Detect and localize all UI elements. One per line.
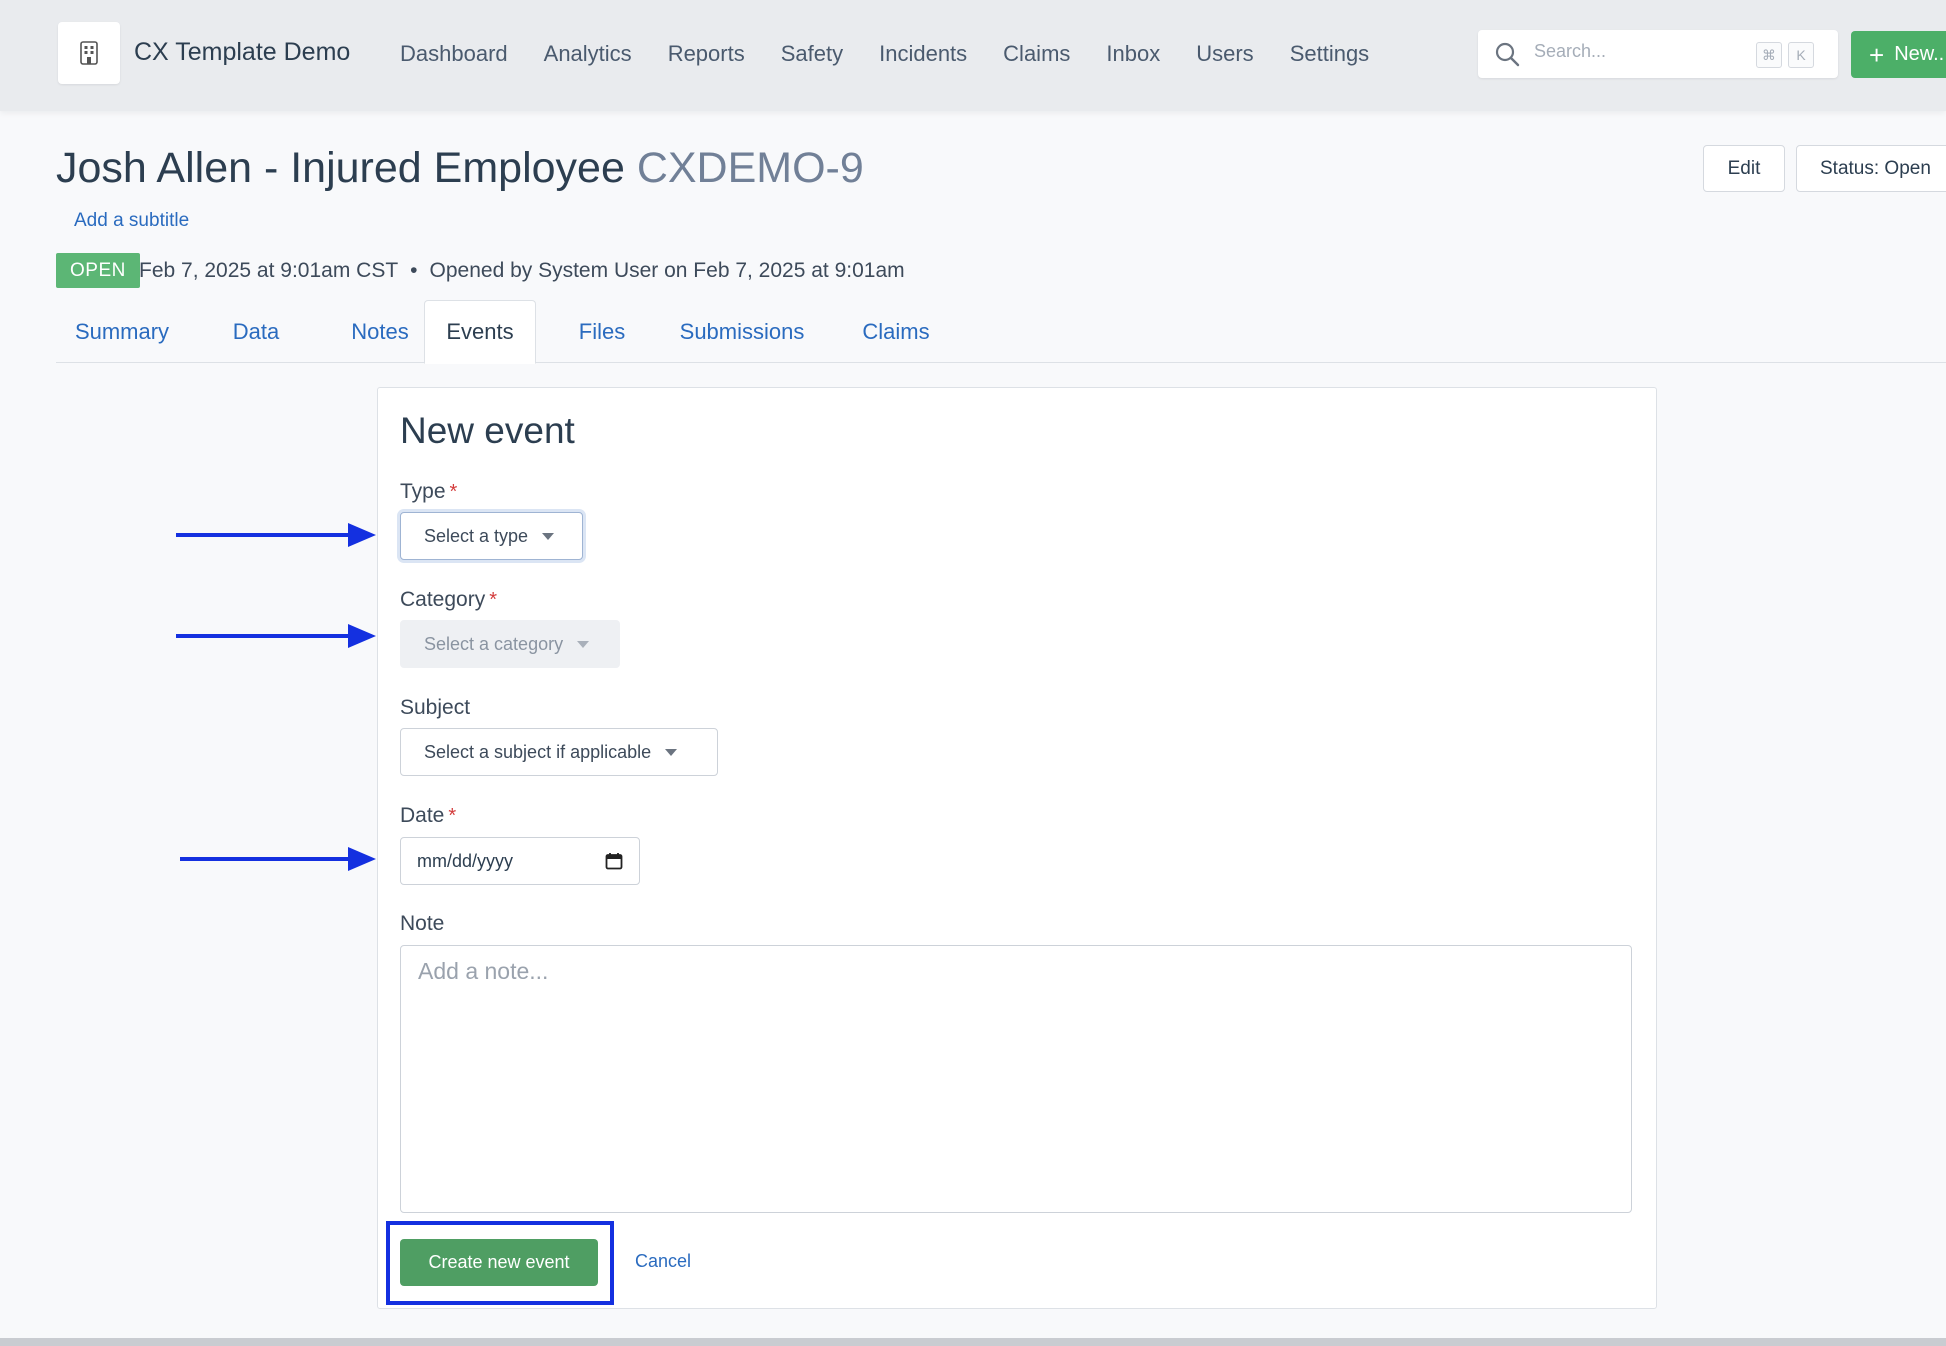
shortcut-k-key: K xyxy=(1788,42,1814,68)
tab-events[interactable]: Events xyxy=(424,300,536,364)
required-asterisk: * xyxy=(448,805,457,827)
search-input[interactable] xyxy=(1532,40,1732,63)
cancel-link[interactable]: Cancel xyxy=(635,1251,691,1272)
new-button[interactable]: + New... xyxy=(1851,31,1946,78)
required-asterisk: * xyxy=(449,481,458,503)
annotation-arrow-type xyxy=(176,523,376,547)
date-label: Date * xyxy=(400,804,457,827)
category-label: Category * xyxy=(400,588,498,611)
search-box[interactable]: ⌘ K xyxy=(1478,30,1838,78)
nav-item-users[interactable]: Users xyxy=(1196,41,1253,67)
nav-item-incidents[interactable]: Incidents xyxy=(879,41,967,67)
tab-claims[interactable]: Claims xyxy=(836,300,956,363)
app-title[interactable]: CX Template Demo xyxy=(134,38,350,67)
record-date: Feb 7, 2025 at 9:01am CST xyxy=(139,259,399,282)
plus-icon: + xyxy=(1869,39,1885,70)
tab-notes[interactable]: Notes xyxy=(324,300,436,363)
subject-label: Subject xyxy=(400,696,471,719)
add-subtitle-link[interactable]: Add a subtitle xyxy=(74,210,189,232)
chevron-down-icon xyxy=(542,532,555,540)
shortcut-cmd-key: ⌘ xyxy=(1756,42,1782,68)
form-title: New event xyxy=(400,410,575,451)
tab-files[interactable]: Files xyxy=(554,300,650,363)
annotation-arrow-date xyxy=(180,847,376,871)
nav-item-settings[interactable]: Settings xyxy=(1290,41,1370,67)
chevron-down-icon xyxy=(665,748,678,756)
edit-button[interactable]: Edit xyxy=(1703,145,1785,192)
record-tabs: Summary Data Notes Events Files Submissi… xyxy=(56,300,1946,364)
note-label: Note xyxy=(400,912,445,935)
status-dropdown[interactable]: Status: Open xyxy=(1796,145,1946,192)
date-placeholder: mm/dd/yyyy xyxy=(417,850,514,871)
annotation-highlight-box xyxy=(386,1221,614,1305)
note-textarea[interactable] xyxy=(400,945,1632,1213)
tab-summary[interactable]: Summary xyxy=(56,300,188,363)
separator-dot: • xyxy=(410,259,418,282)
search-icon xyxy=(1495,42,1520,67)
nav-item-dashboard[interactable]: Dashboard xyxy=(400,41,508,67)
annotation-arrow-category xyxy=(176,624,376,648)
new-button-label: New... xyxy=(1894,43,1946,65)
record-opened-by: Opened by System User on Feb 7, 2025 at … xyxy=(429,259,905,282)
top-navbar: CX Template Demo Dashboard Analytics Rep… xyxy=(0,0,1946,111)
type-label: Type * xyxy=(400,480,458,503)
type-select[interactable]: Select a type xyxy=(400,512,583,560)
tab-submissions[interactable]: Submissions xyxy=(660,300,824,363)
nav-item-claims[interactable]: Claims xyxy=(1003,41,1070,67)
calendar-icon[interactable] xyxy=(605,852,623,870)
nav-item-analytics[interactable]: Analytics xyxy=(544,41,632,67)
status-badge: OPEN xyxy=(56,253,140,288)
record-code: CXDEMO-9 xyxy=(636,144,864,192)
nav-item-reports[interactable]: Reports xyxy=(668,41,745,67)
main-nav: Dashboard Analytics Reports Safety Incid… xyxy=(400,41,1405,67)
nav-item-safety[interactable]: Safety xyxy=(781,41,843,67)
date-input[interactable]: mm/dd/yyyy xyxy=(400,837,640,885)
subject-select[interactable]: Select a subject if applicable xyxy=(400,728,718,776)
bottom-scrollbar[interactable] xyxy=(0,1338,1946,1346)
nav-item-inbox[interactable]: Inbox xyxy=(1106,41,1160,67)
chevron-down-icon xyxy=(577,640,590,648)
logo-icon[interactable] xyxy=(58,22,120,84)
category-select[interactable]: Select a category xyxy=(400,620,620,668)
tab-data[interactable]: Data xyxy=(200,300,312,363)
record-meta: Feb 7, 2025 at 9:01am CST • Opened by Syst… xyxy=(139,259,905,283)
record-title: Josh Allen - Injured Employee xyxy=(56,144,625,192)
required-asterisk: * xyxy=(489,589,498,611)
page-title: Josh Allen - Injured Employee CXDEMO-9 xyxy=(56,144,864,193)
